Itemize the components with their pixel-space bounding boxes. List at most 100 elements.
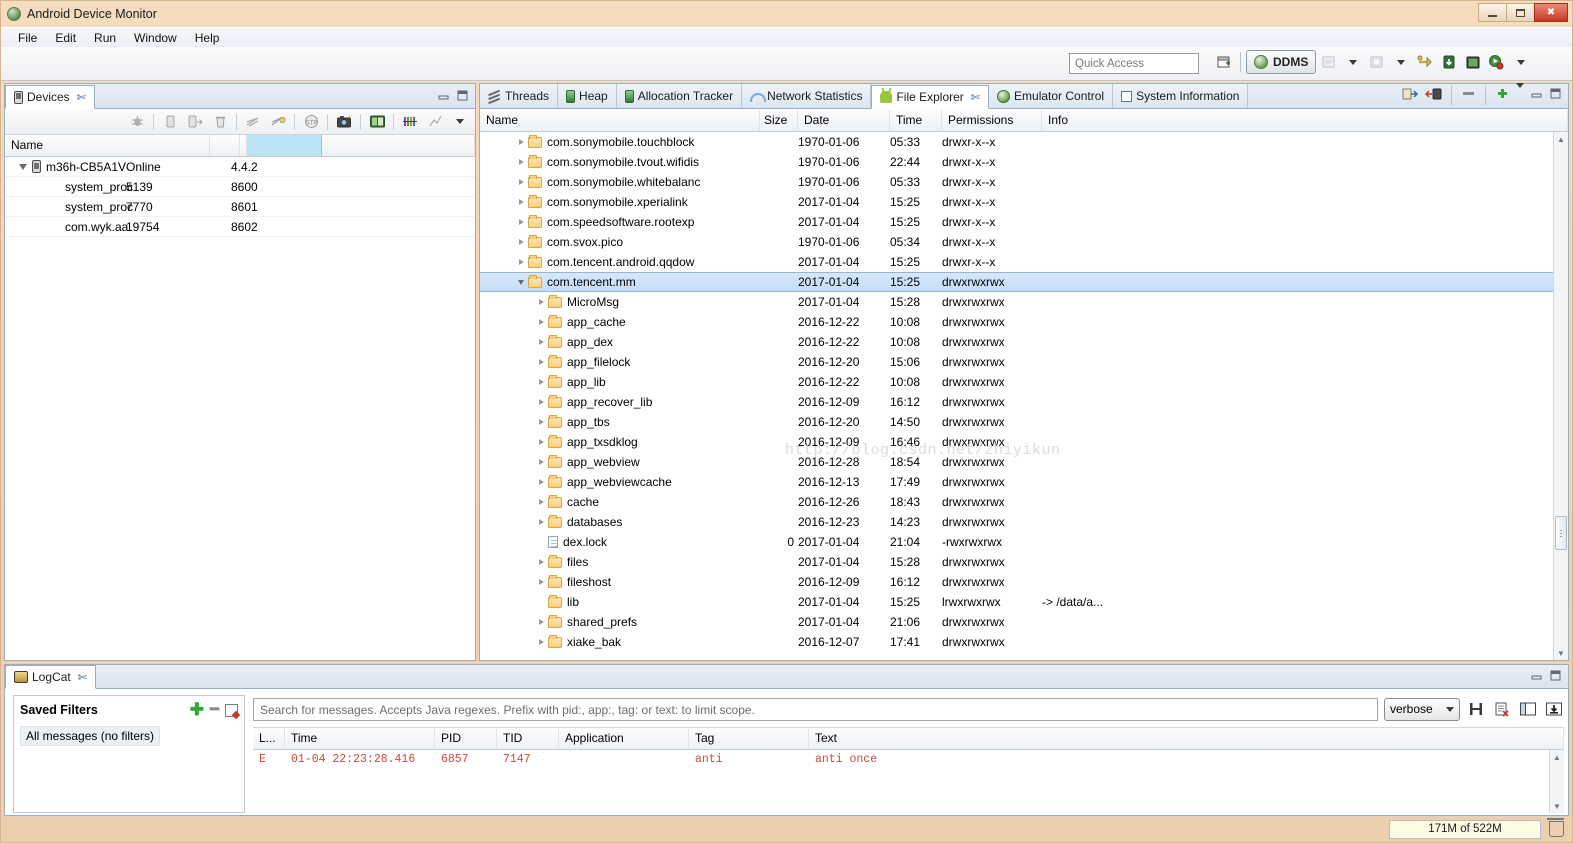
- expand-twisty-icon[interactable]: [534, 619, 548, 625]
- expand-twisty-icon[interactable]: [534, 459, 548, 465]
- table-row[interactable]: com.wyk.aa 19754 8602: [5, 217, 475, 237]
- table-row[interactable]: com.tencent.android.qqdow 2017-01-04 15:25…: [480, 252, 1553, 272]
- expand-twisty-icon[interactable]: [534, 359, 548, 365]
- table-row[interactable]: app_recover_lib 2016-12-09 16:12 drwxrwxrwx: [480, 392, 1553, 412]
- table-row[interactable]: com.speedsoftware.rootexp 2017-01-04 15:25…: [480, 212, 1553, 232]
- table-row[interactable]: lib 2017-01-04 15:25 lrwxrwxrwx -> /data/a..…: [480, 592, 1553, 612]
- device-download-icon[interactable]: [1438, 50, 1460, 74]
- performance-icon[interactable]: [424, 112, 446, 132]
- table-row[interactable]: com.svox.pico 1970-01-06 05:34 drwxr-x--x: [480, 232, 1553, 252]
- tab-file-explorer[interactable]: File Explorer ✄: [871, 85, 990, 109]
- logcat-column-tid[interactable]: TID: [497, 728, 559, 749]
- new-folder-icon[interactable]: [1495, 87, 1510, 103]
- update-heap-icon[interactable]: [159, 112, 181, 132]
- expand-twisty-icon[interactable]: [514, 219, 528, 225]
- table-row[interactable]: files 2017-01-04 15:28 drwxrwxrwx: [480, 552, 1553, 572]
- list-item[interactable]: All messages (no filters): [20, 726, 161, 746]
- view-menu-icon[interactable]: [1516, 83, 1524, 102]
- table-row[interactable]: app_webview 2016-12-28 18:54 drwxrwxrwx: [480, 452, 1553, 472]
- expand-twisty-icon[interactable]: [514, 179, 528, 185]
- table-row[interactable]: MicroMsg 2017-01-04 15:28 drwxrwxrwx: [480, 292, 1553, 312]
- column-name[interactable]: Name: [480, 109, 760, 131]
- scroll-thumb[interactable]: [1555, 516, 1567, 550]
- heap-status-indicator[interactable]: 171M of 522M: [1389, 819, 1541, 839]
- view-menu-icon[interactable]: [449, 112, 471, 132]
- table-row[interactable]: system_proc 7770 8601: [5, 197, 475, 217]
- close-icon[interactable]: ✄: [971, 91, 980, 104]
- table-row[interactable]: app_tbs 2016-12-20 14:50 drwxrwxrwx: [480, 412, 1553, 432]
- tab-emulator-control[interactable]: Emulator Control: [989, 84, 1114, 108]
- minimize-button[interactable]: [1478, 3, 1507, 22]
- scroll-down-arrow[interactable]: ▼: [1554, 646, 1568, 660]
- log-level-select[interactable]: verbose: [1384, 697, 1460, 721]
- dump-hprof-icon[interactable]: [184, 112, 206, 132]
- column-permissions[interactable]: Permissions: [942, 109, 1042, 131]
- expand-twisty-icon[interactable]: [534, 379, 548, 385]
- expand-twisty-icon[interactable]: [534, 479, 548, 485]
- restore-perspective-icon[interactable]: [1366, 50, 1388, 74]
- logcat-scrollbar[interactable]: ▲ ▼: [1549, 750, 1564, 813]
- menu-window[interactable]: Window: [125, 30, 186, 46]
- chevron-down-icon[interactable]: [1342, 50, 1364, 74]
- table-row[interactable]: cache 2016-12-26 18:43 drwxrwxrwx: [480, 492, 1553, 512]
- open-perspective-icon[interactable]: [1318, 50, 1340, 74]
- debug-process-icon[interactable]: [126, 112, 148, 132]
- expand-twisty-icon[interactable]: [534, 559, 548, 565]
- tab-threads[interactable]: Threads: [480, 84, 559, 108]
- maximize-icon[interactable]: [1549, 87, 1562, 103]
- expand-twisty-icon[interactable]: [534, 339, 548, 345]
- pull-file-icon[interactable]: [1402, 86, 1419, 104]
- file-tree[interactable]: com.sonymobile.touchblock 1970-01-06 05:33…: [480, 132, 1553, 660]
- expand-twisty-icon[interactable]: [514, 159, 528, 165]
- table-row[interactable]: app_lib 2016-12-22 10:08 drwxrwxrwx: [480, 372, 1553, 392]
- delete-icon[interactable]: [1461, 87, 1476, 103]
- column-time[interactable]: Time: [890, 109, 942, 131]
- menu-run[interactable]: Run: [85, 30, 125, 46]
- devices-column-4[interactable]: [322, 135, 475, 156]
- scroll-track[interactable]: [1554, 146, 1568, 646]
- table-row[interactable]: system_proc 5139 8600: [5, 177, 475, 197]
- chevron-down-icon-3[interactable]: [1510, 50, 1532, 74]
- logcat-column-level[interactable]: L...: [253, 728, 285, 749]
- logcat-column-tag[interactable]: Tag: [689, 728, 809, 749]
- devices-table-body[interactable]: m36h-CB5A1V Online 4.4.2 system_proc 513…: [5, 157, 475, 660]
- expand-twisty-icon[interactable]: [534, 299, 548, 305]
- scroll-up-arrow[interactable]: ▲: [1550, 750, 1564, 764]
- table-row[interactable]: app_txsdklog 2016-12-09 16:46 drwxrwxrwx: [480, 432, 1553, 452]
- logcat-column-application[interactable]: Application: [559, 728, 689, 749]
- expand-twisty-icon[interactable]: [514, 139, 528, 145]
- devices-column-name[interactable]: Name: [5, 135, 210, 156]
- minimize-icon[interactable]: [1530, 669, 1543, 685]
- quick-access-input[interactable]: Quick Access: [1069, 53, 1199, 74]
- plus-icon[interactable]: ✚: [190, 701, 204, 718]
- menu-help[interactable]: Help: [186, 30, 229, 46]
- close-icon[interactable]: ✄: [77, 91, 86, 104]
- minimize-icon[interactable]: [1530, 87, 1543, 103]
- table-row[interactable]: com.sonymobile.touchblock 1970-01-06 05:33…: [480, 132, 1553, 152]
- table-row[interactable]: dex.lock 0 2017-01-04 21:04 -rwxrwxrwx: [480, 532, 1553, 552]
- minimize-icon[interactable]: [437, 89, 450, 105]
- search-input[interactable]: Search for messages. Accepts Java regexe…: [253, 697, 1378, 721]
- screen-capture-icon[interactable]: [333, 112, 355, 132]
- debug-attach-icon[interactable]: [1414, 50, 1436, 74]
- expand-twisty-icon[interactable]: [534, 319, 548, 325]
- filter-list[interactable]: All messages (no filters): [14, 724, 244, 748]
- table-row[interactable]: com.tencent.mm 2017-01-04 15:25 drwxrwxrwx: [480, 272, 1553, 292]
- tab-allocation-tracker[interactable]: Allocation Tracker: [616, 84, 743, 108]
- scroll-track[interactable]: [1550, 764, 1564, 799]
- expand-twisty-icon[interactable]: [19, 163, 27, 170]
- new-perspective-icon[interactable]: [1213, 50, 1235, 74]
- table-row[interactable]: com.sonymobile.whitebalanc 1970-01-06 05:3…: [480, 172, 1553, 192]
- column-size[interactable]: Size: [760, 109, 798, 131]
- logcat-column-text[interactable]: Text: [809, 728, 1564, 749]
- table-row[interactable]: com.sonymobile.xperialink 2017-01-04 15:25…: [480, 192, 1553, 212]
- ddms-perspective-button[interactable]: DDMS: [1246, 50, 1317, 74]
- collapse-twisty-icon[interactable]: [514, 279, 528, 285]
- scroll-down-arrow[interactable]: ▼: [1550, 799, 1564, 813]
- table-row[interactable]: databases 2016-12-23 14:23 drwxrwxrwx: [480, 512, 1553, 532]
- edit-filter-icon[interactable]: [225, 703, 238, 717]
- tab-network-statistics[interactable]: Network Statistics: [742, 84, 872, 108]
- expand-twisty-icon[interactable]: [534, 399, 548, 405]
- scroll-lock-icon[interactable]: [1544, 698, 1564, 720]
- tab-heap[interactable]: Heap: [558, 84, 617, 108]
